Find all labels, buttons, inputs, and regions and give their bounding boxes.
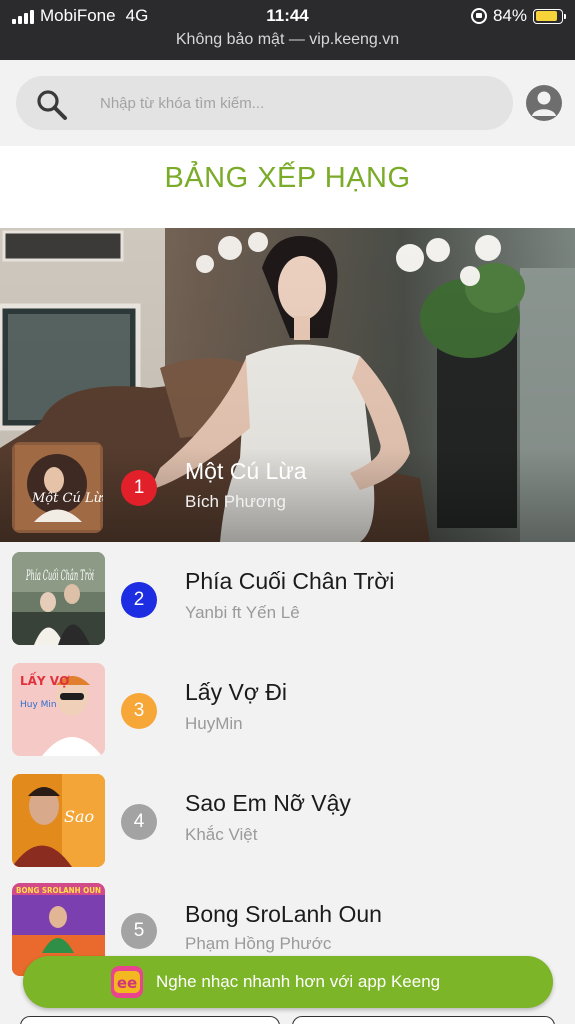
rank-badge: 4	[121, 804, 157, 840]
status-bar: MobiFone 4G 11:44 84% Không bảo mật — vi…	[0, 0, 575, 60]
bottom-button-right[interactable]	[292, 1016, 555, 1024]
rank-badge: 3	[121, 693, 157, 729]
rank-badge: 2	[121, 582, 157, 618]
song-thumbnail-4[interactable]: Sao	[12, 774, 105, 867]
song-artist[interactable]: HuyMin	[185, 714, 243, 734]
album-art-text: Phía Cuối Chân Trời	[26, 567, 94, 584]
header	[0, 60, 575, 146]
song-title[interactable]: Lấy Vợ Đi	[185, 679, 287, 706]
battery-icon	[533, 8, 566, 24]
svg-text:ee: ee	[117, 974, 137, 992]
song-row-4[interactable]: Sao 4 Sao Em Nỡ Vậy Khắc Việt	[0, 764, 575, 875]
album-art-phia-cuoi-chan-troi: Phía Cuối Chân Trời	[12, 552, 105, 645]
search-bar[interactable]	[16, 76, 513, 130]
bottom-button-left[interactable]	[20, 1016, 280, 1024]
battery-fill	[535, 11, 557, 21]
song-thumbnail-2[interactable]: Phía Cuối Chân Trời	[12, 552, 105, 645]
search-icon[interactable]	[36, 89, 68, 121]
album-art-text: LẤY VỢ	[20, 671, 70, 688]
keeng-logo-icon: ee	[111, 966, 143, 998]
song-artist[interactable]: Bích Phương	[185, 492, 286, 512]
rank-badge: 5	[121, 913, 157, 949]
song-row-3[interactable]: LẤY VỢ Huy Min 3 Lấy Vợ Đi HuyMin	[0, 653, 575, 764]
song-title[interactable]: Sao Em Nỡ Vậy	[185, 790, 351, 817]
song-row-2[interactable]: Phía Cuối Chân Trời 2 Phía Cuối Chân Trờ…	[0, 542, 575, 653]
page: MobiFone 4G 11:44 84% Không bảo mật — vi…	[0, 0, 575, 1024]
album-art-lay-vo-di: LẤY VỢ Huy Min	[12, 663, 105, 756]
song-artist[interactable]: Phạm Hồng Phước	[185, 934, 331, 954]
rank-badge: 1	[121, 470, 157, 506]
song-thumbnail-1[interactable]: Một Cú Lừa	[12, 442, 103, 533]
album-art-text: Sao	[64, 807, 94, 826]
top-song-hero[interactable]: Một Cú Lừa 1 Một Cú Lừa Bích Phương	[0, 228, 575, 542]
album-art-text: BONG SROLANH OUN	[16, 886, 101, 895]
album-art-subtext: Huy Min	[20, 700, 57, 710]
battery-percent: 84%	[492, 6, 527, 25]
song-title[interactable]: Phía Cuối Chân Trời	[185, 568, 394, 595]
status-right: 84%	[470, 6, 566, 26]
search-input[interactable]	[100, 76, 500, 130]
song-artist[interactable]: Khắc Việt	[185, 825, 257, 845]
address-bar-url[interactable]: Không bảo mật — vip.keeng.vn	[0, 31, 575, 49]
song-artist[interactable]: Yanbi ft Yến Lê	[185, 603, 300, 623]
song-title[interactable]: Một Cú Lừa	[185, 458, 307, 485]
song-title[interactable]: Bong SroLanh Oun	[185, 901, 382, 928]
song-thumbnail-3[interactable]: LẤY VỢ Huy Min	[12, 663, 105, 756]
title-bar: BẢNG XẾP HẠNG	[0, 146, 575, 228]
page-title: BẢNG XẾP HẠNG	[164, 162, 411, 194]
banner-text: Nghe nhạc nhanh hơn với app Keeng	[156, 972, 441, 991]
user-avatar-icon[interactable]	[526, 85, 562, 121]
album-art-text: Một Cú Lừa	[31, 491, 103, 506]
album-art-sao-em-no-vay: Sao	[12, 774, 105, 867]
open-app-banner[interactable]: ee Nghe nhạc nhanh hơn với app Keeng	[23, 956, 553, 1008]
album-art-mot-cu-lua: Một Cú Lừa	[12, 442, 103, 533]
rotation-lock-icon	[470, 8, 487, 24]
